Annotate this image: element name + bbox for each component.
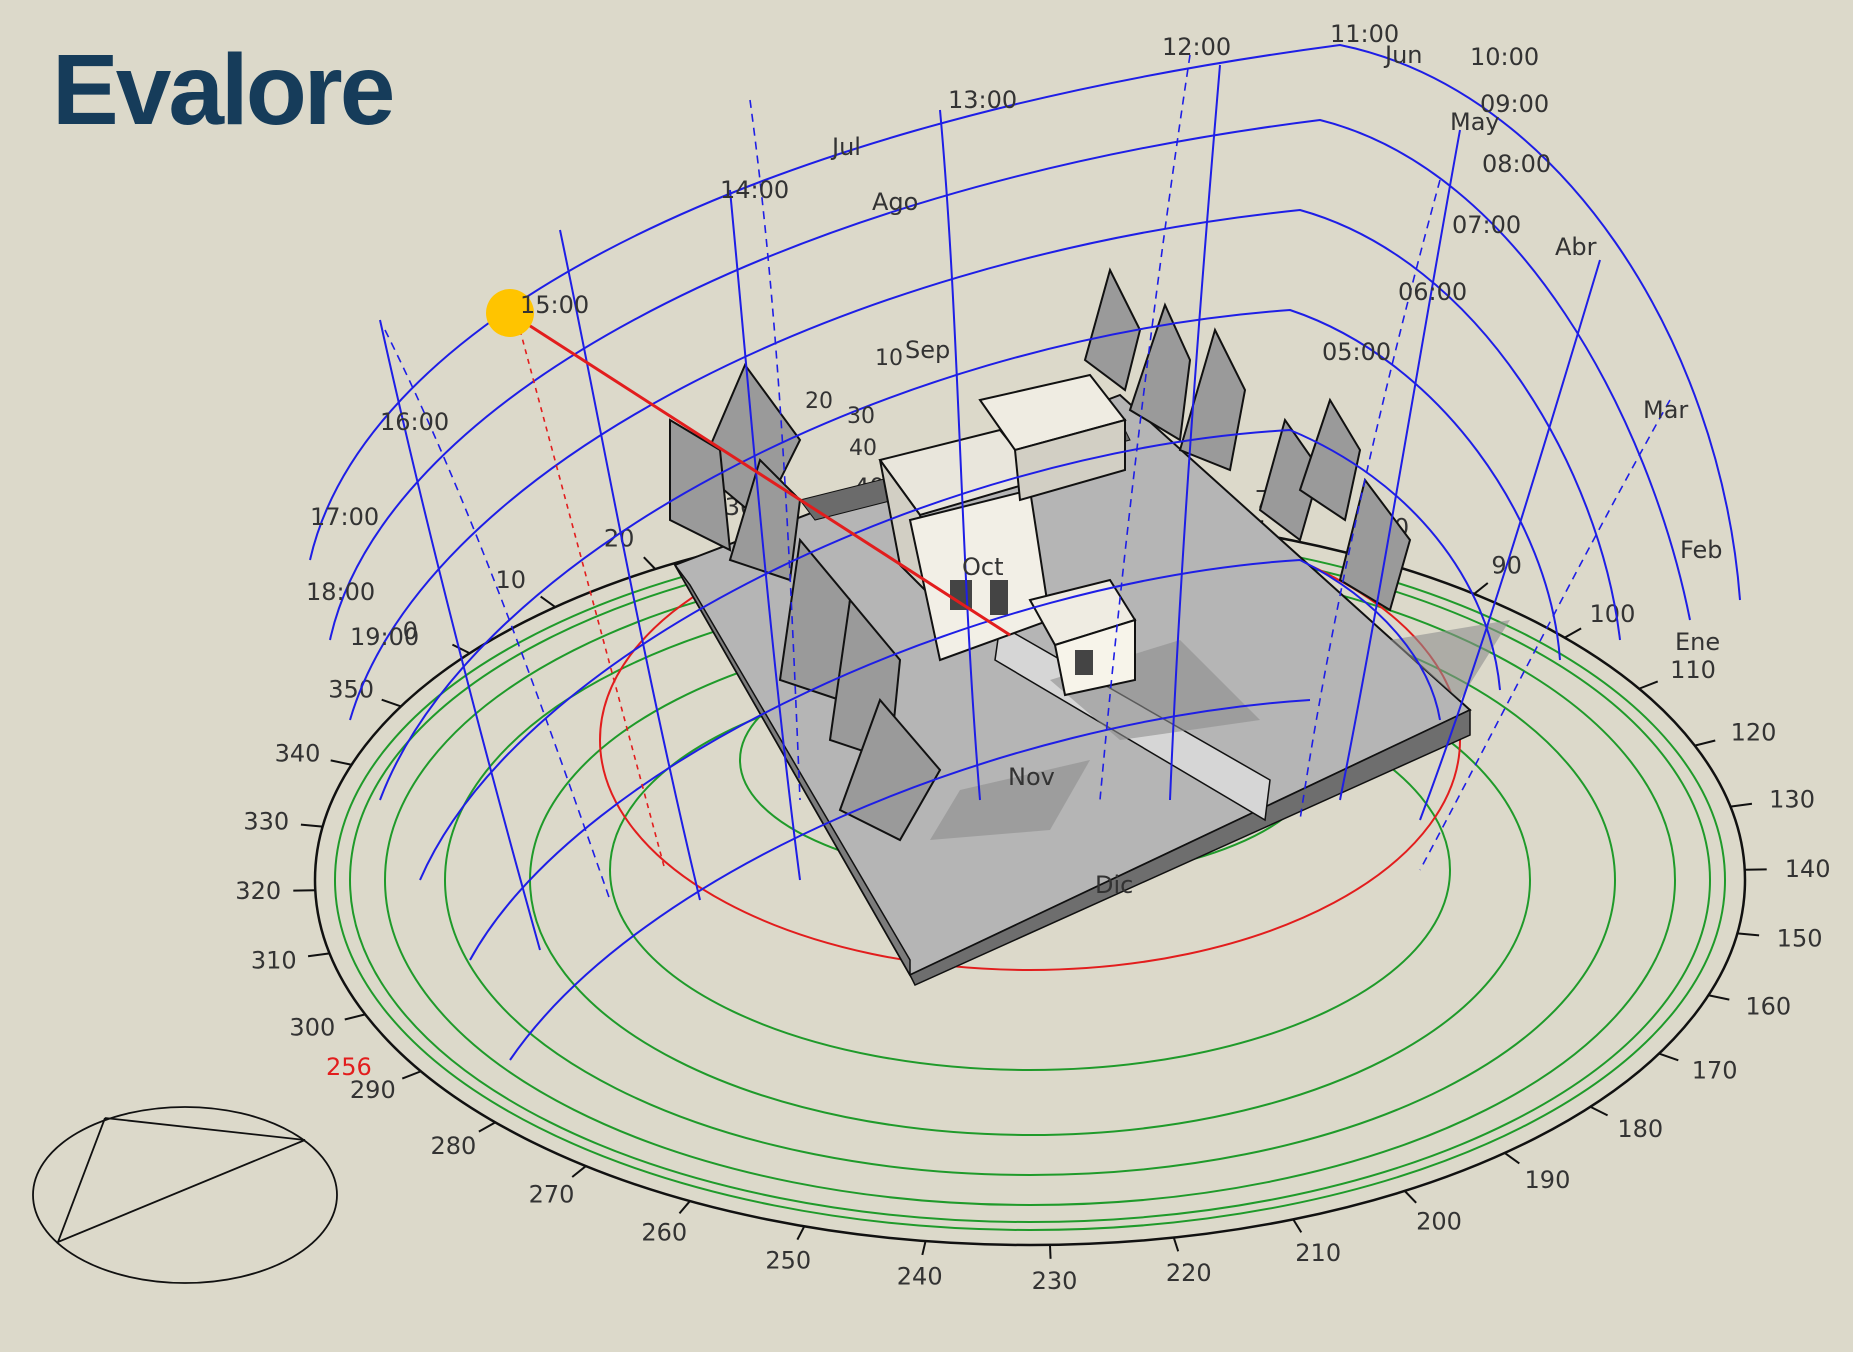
hour-label: 13:00	[948, 86, 1017, 114]
hour-label: 19:00	[350, 623, 419, 651]
azimuth-tick	[643, 556, 657, 570]
azimuth-label: 100	[1590, 600, 1636, 628]
azimuth-tick	[330, 759, 352, 766]
azimuth-tick	[1172, 1237, 1180, 1252]
azimuth-label: 120	[1731, 718, 1777, 746]
hour-label: 08:00	[1482, 150, 1551, 178]
month-label: Sep	[905, 336, 950, 364]
month-label: Dic	[1095, 871, 1133, 899]
azimuth-tick	[1473, 582, 1489, 595]
azimuth-tick	[796, 1225, 806, 1241]
azimuth-tick	[1504, 1152, 1520, 1165]
azimuth-label: 350	[328, 675, 374, 703]
month-label: Feb	[1680, 536, 1723, 564]
month-label: Oct	[962, 553, 1004, 581]
azimuth-label: 140	[1785, 855, 1831, 883]
hour-label: 12:00	[1162, 33, 1231, 61]
azimuth-tick	[344, 1013, 366, 1021]
sun-projection	[519, 329, 666, 871]
altitude-label: 40	[849, 436, 877, 461]
month-label: May	[1450, 108, 1500, 136]
azimuth-tick	[1564, 627, 1582, 639]
azimuth-tick	[1048, 1244, 1052, 1259]
azimuth-tick	[540, 595, 556, 608]
azimuth-tick	[571, 1165, 587, 1178]
sun-azimuth-label: 256	[326, 1053, 372, 1081]
azimuth-label: 310	[251, 947, 297, 975]
azimuth-label: 150	[1777, 925, 1823, 953]
azimuth-tick	[1292, 1218, 1303, 1233]
azimuth-tick	[1589, 1105, 1609, 1117]
azimuth-tick	[401, 1070, 422, 1080]
azimuth-tick	[478, 1121, 496, 1133]
azimuth-label: 240	[897, 1263, 943, 1291]
hour-label: 15:00	[520, 291, 589, 319]
azimuth-label: 10	[495, 566, 526, 594]
azimuth-tick	[678, 1200, 691, 1215]
altitude-label: 20	[805, 389, 833, 414]
month-label: Abr	[1555, 233, 1597, 261]
azimuth-label: 170	[1692, 1057, 1738, 1085]
azimuth-label: 230	[1032, 1267, 1078, 1295]
hour-label: 18:00	[306, 578, 375, 606]
azimuth-label: 130	[1769, 785, 1815, 813]
azimuth-tick	[381, 698, 402, 708]
month-label: Jun	[1383, 41, 1423, 69]
sun-path-diagram: 120 130 140 150 160 170 180 190 200 210 220 230 240 2…	[32, 20, 1831, 1295]
azimuth-label: 320	[235, 877, 281, 905]
month-label: Ago	[872, 188, 918, 216]
azimuth-tick	[300, 823, 323, 828]
hour-label: 14:00	[720, 176, 789, 204]
azimuth-label: 280	[430, 1132, 476, 1160]
azimuth-label: 210	[1295, 1239, 1341, 1267]
month-label: Nov	[1008, 763, 1055, 791]
azimuth-label: 110	[1670, 656, 1716, 684]
azimuth-tick	[451, 643, 471, 655]
azimuth-label: 160	[1745, 993, 1791, 1021]
azimuth-tick	[1730, 802, 1753, 808]
altitude-label: 10	[875, 346, 903, 371]
azimuth-label: 270	[529, 1180, 575, 1208]
hour-label: 16:00	[380, 408, 449, 436]
azimuth-label: 340	[275, 739, 321, 767]
inset-compass	[32, 1106, 338, 1284]
azimuth-tick	[921, 1240, 927, 1256]
azimuth-tick	[1708, 994, 1730, 1001]
hour-label: 06:00	[1398, 278, 1467, 306]
month-label: Mar	[1643, 396, 1688, 424]
azimuth-label: 330	[243, 807, 289, 835]
altitude-labels: 10 20 30 40	[805, 346, 903, 461]
azimuth-label: 180	[1617, 1115, 1663, 1143]
hour-label: 05:00	[1322, 338, 1391, 366]
azimuth-tick	[1658, 1052, 1679, 1062]
hour-label: 17:00	[310, 503, 379, 531]
month-label: Ene	[1675, 628, 1720, 656]
azimuth-label: 260	[641, 1219, 687, 1247]
azimuth-label: 190	[1525, 1166, 1571, 1194]
azimuth-label: 200	[1416, 1208, 1462, 1236]
azimuth-label: 300	[289, 1014, 335, 1042]
hour-label: 07:00	[1452, 211, 1521, 239]
azimuth-label: 250	[765, 1246, 811, 1274]
azimuth-tick	[1694, 739, 1716, 747]
azimuth-tick	[307, 952, 330, 958]
azimuth-tick	[1737, 932, 1760, 937]
month-label: Jul	[830, 133, 861, 161]
hour-label: 10:00	[1470, 43, 1539, 71]
azimuth-tick	[1638, 680, 1659, 690]
azimuth-label: 220	[1166, 1259, 1212, 1287]
altitude-label: 30	[847, 404, 875, 429]
azimuth-tick	[1403, 1190, 1417, 1204]
